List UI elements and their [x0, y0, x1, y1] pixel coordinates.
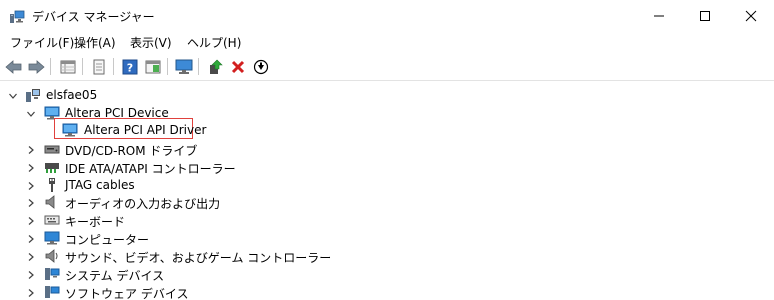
- tree-category-label: コンピューター: [65, 233, 150, 247]
- keyboard-icon: [44, 212, 60, 228]
- menu-bar: ファイル(F) 操作(A) 表示(V) ヘルプ(H): [0, 32, 774, 52]
- dvd-drive-icon: [44, 141, 60, 157]
- usb-plug-icon: [44, 177, 60, 193]
- tree-category-label: ソフトウェア デバイス: [65, 287, 189, 300]
- chevron-right-icon[interactable]: [26, 215, 36, 225]
- tree-category-keyboard[interactable]: キーボード: [0, 211, 774, 229]
- computer-tower-icon: [25, 87, 41, 103]
- selected-device-label: Altera PCI API Driver: [84, 123, 207, 137]
- tree-root-row[interactable]: elsfae05: [0, 86, 774, 104]
- back-arrow-icon[interactable]: [4, 57, 24, 77]
- tree-category-label: DVD/CD-ROM ドライブ: [65, 144, 198, 158]
- monitor-icon: [44, 230, 60, 246]
- chevron-right-icon[interactable]: [26, 287, 36, 297]
- update-driver-icon[interactable]: [205, 57, 225, 77]
- ide-controller-icon: [44, 159, 60, 175]
- chevron-down-icon[interactable]: [26, 108, 36, 118]
- chevron-right-icon[interactable]: [26, 251, 36, 261]
- system-device-icon: [44, 266, 60, 282]
- chevron-right-icon[interactable]: [26, 269, 36, 279]
- chevron-down-icon[interactable]: [8, 90, 18, 100]
- tree-category-computer[interactable]: コンピューター: [0, 229, 774, 247]
- document-icon[interactable]: [89, 57, 109, 77]
- title-bar: デバイス マネージャー: [0, 0, 774, 32]
- toolbar-divider: [0, 80, 774, 81]
- tree-category-label: サウンド、ビデオ、およびゲーム コントローラー: [65, 251, 332, 265]
- tree-category-label: オーディオの入力および出力: [65, 197, 221, 211]
- view-panel-icon[interactable]: [143, 57, 163, 77]
- forward-arrow-icon[interactable]: [26, 57, 46, 77]
- chevron-right-icon[interactable]: [26, 162, 36, 172]
- tree-category-label: システム デバイス: [65, 269, 165, 283]
- software-device-icon: [44, 284, 60, 300]
- maximize-button[interactable]: [682, 0, 728, 32]
- tree-category-sound-video[interactable]: サウンド、ビデオ、およびゲーム コントローラー: [0, 247, 774, 265]
- tree-category-audio-io[interactable]: オーディオの入力および出力: [0, 193, 774, 211]
- menu-view[interactable]: 表示(V): [130, 34, 172, 51]
- tree-category-jtag[interactable]: JTAG cables: [0, 176, 774, 194]
- tree-category-ide[interactable]: IDE ATA/ATAPI コントローラー: [0, 158, 774, 176]
- tree-category-label: IDE ATA/ATAPI コントローラー: [65, 162, 236, 176]
- close-button[interactable]: [728, 0, 774, 32]
- chevron-right-icon[interactable]: [26, 180, 36, 190]
- tree-category-software-devices[interactable]: ソフトウェア デバイス: [0, 283, 774, 300]
- toolbar: ?: [0, 54, 774, 79]
- chevron-right-icon[interactable]: [26, 144, 36, 154]
- tree-root-label: elsfae05: [46, 88, 98, 102]
- minimize-button[interactable]: [636, 0, 682, 32]
- network-monitor-icon: [62, 122, 78, 138]
- disable-down-icon[interactable]: [251, 57, 271, 77]
- menu-help[interactable]: ヘルプ(H): [187, 34, 241, 51]
- tree-category-label: JTAG cables: [65, 178, 135, 192]
- chevron-right-icon[interactable]: [26, 233, 36, 243]
- speaker-icon: [44, 194, 60, 210]
- uninstall-x-icon[interactable]: [228, 57, 248, 77]
- menu-action[interactable]: 操作(A): [74, 34, 116, 51]
- help-icon[interactable]: ?: [120, 57, 140, 77]
- properties-grid-icon[interactable]: [58, 57, 78, 77]
- speaker-icon: [44, 248, 60, 264]
- svg-text:?: ?: [127, 62, 133, 75]
- tree-category-label: キーボード: [65, 215, 126, 229]
- chevron-right-icon[interactable]: [26, 197, 36, 207]
- tree-device-altera-pci-api-driver[interactable]: Altera PCI API Driver: [60, 121, 206, 139]
- device-manager-app-icon: [9, 8, 25, 24]
- tree-category-dvd[interactable]: DVD/CD-ROM ドライブ: [0, 140, 774, 158]
- menu-file[interactable]: ファイル(F): [10, 34, 74, 51]
- tree-category-system-devices[interactable]: システム デバイス: [0, 265, 774, 283]
- window-title: デバイス マネージャー: [32, 10, 155, 24]
- monitor-scan-icon[interactable]: [174, 57, 194, 77]
